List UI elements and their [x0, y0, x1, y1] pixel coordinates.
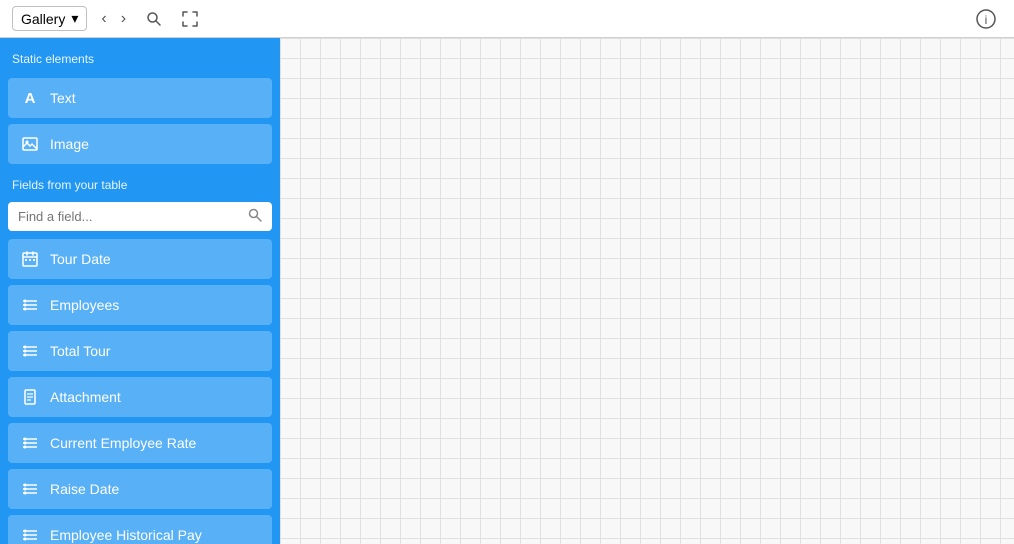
nav-buttons: ‹ ›	[95, 6, 132, 32]
sidebar-item-label: Current Employee Rate	[50, 435, 196, 451]
search-button[interactable]	[140, 7, 168, 31]
dropdown-arrow-icon: ▾	[71, 10, 78, 27]
grid-canvas	[280, 38, 1014, 544]
info-button[interactable]: i	[970, 5, 1002, 33]
sidebar-item-image[interactable]: Image	[8, 124, 272, 164]
info-icon: i	[976, 9, 996, 29]
sidebar-item-employees[interactable]: Employees	[8, 285, 272, 325]
sidebar-item-tour-date[interactable]: Tour Date	[8, 239, 272, 279]
sidebar-item-label: Image	[50, 136, 89, 152]
fullscreen-button[interactable]	[176, 7, 204, 31]
text-icon: A	[20, 88, 40, 108]
view-selector[interactable]: Gallery ▾	[12, 6, 87, 31]
sidebar-item-employee-historical-pay[interactable]: Employee Historical Pay	[8, 515, 272, 544]
sidebar-item-current-employee-rate[interactable]: Current Employee Rate	[8, 423, 272, 463]
fields-section-label: Fields from your table	[8, 170, 272, 196]
search-icon	[146, 11, 162, 27]
canvas-area[interactable]	[280, 38, 1014, 544]
sidebar-item-label: Text	[50, 90, 76, 106]
expand-icon	[182, 11, 198, 27]
employee-historical-pay-icon	[20, 525, 40, 544]
sidebar-item-label: Raise Date	[50, 481, 119, 497]
total-tour-icon	[20, 341, 40, 361]
sidebar-item-total-tour[interactable]: Total Tour	[8, 331, 272, 371]
image-icon	[20, 134, 40, 154]
sidebar-item-label: Attachment	[50, 389, 121, 405]
static-section-label: Static elements	[8, 50, 272, 72]
search-field-icon	[248, 208, 262, 225]
sidebar-item-attachment[interactable]: Attachment	[8, 377, 272, 417]
svg-text:i: i	[985, 13, 988, 27]
gallery-view-label: Gallery	[21, 11, 65, 27]
next-button[interactable]: ›	[115, 6, 132, 32]
search-field-container	[8, 202, 272, 231]
sidebar-item-raise-date[interactable]: Raise Date	[8, 469, 272, 509]
sidebar-item-text[interactable]: A Text	[8, 78, 272, 118]
search-input[interactable]	[18, 209, 242, 224]
current-employee-rate-icon	[20, 433, 40, 453]
toolbar: Gallery ▾ ‹ › i	[0, 0, 1014, 38]
sidebar-item-label: Total Tour	[50, 343, 110, 359]
attachment-icon	[20, 387, 40, 407]
sidebar: Static elements A Text Image Fields from…	[0, 38, 280, 544]
sidebar-item-label: Tour Date	[50, 251, 111, 267]
main-layout: Static elements A Text Image Fields from…	[0, 38, 1014, 544]
prev-button[interactable]: ‹	[95, 6, 112, 32]
list-icon	[20, 295, 40, 315]
sidebar-item-label: Employee Historical Pay	[50, 527, 202, 543]
sidebar-item-label: Employees	[50, 297, 119, 313]
calendar-icon	[20, 249, 40, 269]
raise-date-icon	[20, 479, 40, 499]
